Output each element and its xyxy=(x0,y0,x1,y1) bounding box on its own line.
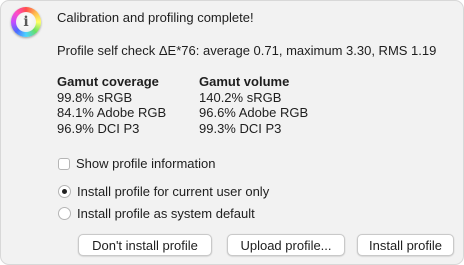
install-system-default-radio[interactable] xyxy=(58,207,71,220)
gamut-volume-adobe-rgb: 96.6% Adobe RGB xyxy=(199,105,309,120)
profile-self-check: Profile self check ΔE*76: average 0.71, … xyxy=(57,43,437,58)
info-glyph: i xyxy=(23,14,29,30)
dont-install-profile-button[interactable]: Don't install profile xyxy=(78,234,212,256)
install-system-default-option[interactable]: Install profile as system default xyxy=(58,206,255,221)
gamut-coverage-srgb: 99.8% sRGB xyxy=(57,89,133,105)
install-system-default-label: Install profile as system default xyxy=(77,206,255,221)
upload-profile-button[interactable]: Upload profile... xyxy=(227,234,345,256)
gamut-volume-srgb: 140.2% sRGB xyxy=(199,89,282,105)
gamut-coverage-section: Gamut coverage 99.8% sRGB 84.1% Adobe RG… xyxy=(57,74,166,136)
show-profile-info-option[interactable]: Show profile information xyxy=(58,156,215,171)
install-profile-button[interactable]: Install profile xyxy=(357,234,454,256)
gamut-volume-section: Gamut volume 140.2% sRGB 96.6% Adobe RGB… xyxy=(199,74,308,136)
show-profile-info-label: Show profile information xyxy=(76,156,216,171)
gamut-coverage-adobe-rgb: 84.1% Adobe RGB xyxy=(57,105,167,120)
profiling-complete-dialog: i Calibration and profiling complete! Pr… xyxy=(0,0,464,265)
show-profile-info-checkbox[interactable] xyxy=(58,157,70,170)
install-current-user-radio[interactable] xyxy=(58,185,71,198)
gamut-coverage-dci-p3: 96.9% DCI P3 xyxy=(57,120,140,136)
gamut-volume-heading: Gamut volume xyxy=(199,74,290,89)
install-current-user-option[interactable]: Install profile for current user only xyxy=(58,184,269,199)
dialog-title: Calibration and profiling complete! xyxy=(57,10,254,25)
info-icon-center: i xyxy=(16,12,36,32)
gamut-coverage-heading: Gamut coverage xyxy=(57,74,159,89)
color-info-icon: i xyxy=(11,7,41,37)
gamut-volume-dci-p3: 99.3% DCI P3 xyxy=(199,120,282,136)
install-current-user-label: Install profile for current user only xyxy=(77,184,270,199)
